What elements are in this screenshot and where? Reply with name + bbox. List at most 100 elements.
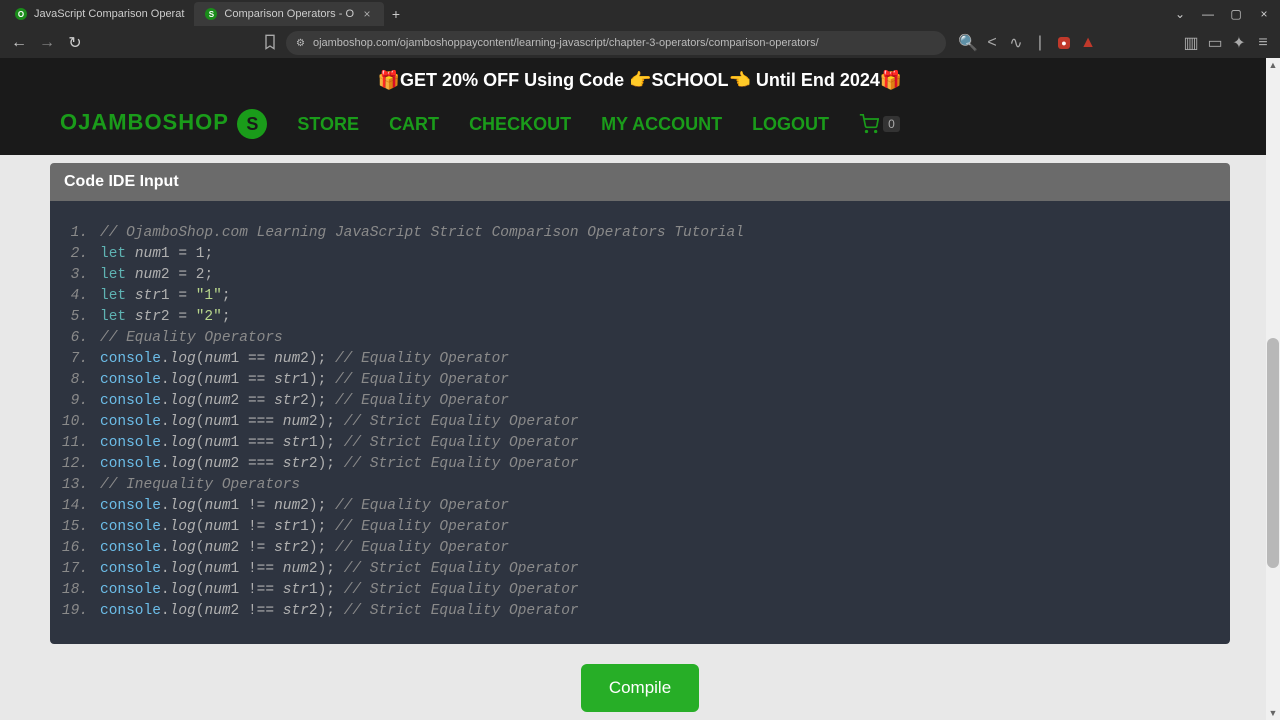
line-number: 8. xyxy=(60,370,100,391)
line-number: 5. xyxy=(60,307,100,328)
code-line: 9.console.log(num2 == str2); // Equality… xyxy=(60,391,1220,412)
code-line: 5.let str2 = "2"; xyxy=(60,307,1220,328)
line-content: console.log(num2 === str2); // Strict Eq… xyxy=(100,454,579,475)
code-line: 13.// Inequality Operators xyxy=(60,475,1220,496)
url-bar: ← → ↻ ⚙ ojamboshop.com/ojamboshoppaycont… xyxy=(0,28,1280,58)
ide-panel: Code IDE Input 1.// OjamboShop.com Learn… xyxy=(50,163,1230,644)
cart-widget[interactable]: 0 xyxy=(859,114,900,134)
code-line: 16.console.log(num2 != str2); // Equalit… xyxy=(60,538,1220,559)
chevron-down-icon[interactable]: ⌄ xyxy=(1168,2,1192,26)
cart-icon xyxy=(859,114,879,134)
code-line: 12.console.log(num2 === str2); // Strict… xyxy=(60,454,1220,475)
new-tab-button[interactable]: + xyxy=(384,2,408,26)
menu-icon[interactable]: ≡ xyxy=(1254,34,1272,52)
line-number: 4. xyxy=(60,286,100,307)
nav-store[interactable]: STORE xyxy=(297,114,359,135)
minimize-icon[interactable]: — xyxy=(1196,2,1220,26)
panel-icon[interactable]: ▥ xyxy=(1182,34,1200,52)
browser-actions: ▥ ▭ ✦ ≡ xyxy=(1182,34,1272,52)
tab-inactive[interactable]: O JavaScript Comparison Operat xyxy=(4,2,194,26)
logo-icon: S xyxy=(237,109,267,139)
line-content: // Equality Operators xyxy=(100,328,283,349)
wallet-icon[interactable]: ▭ xyxy=(1206,34,1224,52)
ide-header: Code IDE Input xyxy=(50,163,1230,201)
favicon-icon: O xyxy=(14,7,28,21)
line-number: 12. xyxy=(60,454,100,475)
line-number: 13. xyxy=(60,475,100,496)
line-content: console.log(num1 != str1); // Equality O… xyxy=(100,517,509,538)
maximize-icon[interactable]: ▢ xyxy=(1224,2,1248,26)
line-number: 1. xyxy=(60,223,100,244)
window-controls: ⌄ — ▢ × xyxy=(1168,2,1276,26)
line-number: 6. xyxy=(60,328,100,349)
tab-title: JavaScript Comparison Operat xyxy=(34,8,184,20)
code-line: 8.console.log(num1 == str1); // Equality… xyxy=(60,370,1220,391)
url-text: ojamboshop.com/ojamboshoppaycontent/lear… xyxy=(313,37,819,49)
line-content: let str2 = "2"; xyxy=(100,307,231,328)
page-content: 🎁GET 20% OFF Using Code 👉SCHOOL👈 Until E… xyxy=(0,58,1280,720)
line-content: console.log(num1 == str1); // Equality O… xyxy=(100,370,509,391)
scroll-down-icon[interactable]: ▼ xyxy=(1266,706,1280,720)
scroll-thumb[interactable] xyxy=(1267,338,1279,568)
line-number: 9. xyxy=(60,391,100,412)
main-nav: OJAMBOSHOP S STORE CART CHECKOUT MY ACCO… xyxy=(0,103,1280,155)
nav-logout[interactable]: LOGOUT xyxy=(752,114,829,135)
content-wrap: Code IDE Input 1.// OjamboShop.com Learn… xyxy=(0,155,1280,720)
url-input[interactable]: ⚙ ojamboshop.com/ojamboshoppaycontent/le… xyxy=(286,31,946,55)
code-line: 14.console.log(num1 != num2); // Equalit… xyxy=(60,496,1220,517)
scrollbar[interactable]: ▲ ▼ xyxy=(1266,58,1280,720)
code-line: 1.// OjamboShop.com Learning JavaScript … xyxy=(60,223,1220,244)
code-line: 11.console.log(num1 === str1); // Strict… xyxy=(60,433,1220,454)
compile-button[interactable]: Compile xyxy=(581,664,699,712)
code-editor[interactable]: 1.// OjamboShop.com Learning JavaScript … xyxy=(50,201,1230,644)
cart-count: 0 xyxy=(883,116,900,132)
bookmark-icon[interactable] xyxy=(262,34,280,52)
code-line: 10.console.log(num1 === num2); // Strict… xyxy=(60,412,1220,433)
code-line: 4.let str1 = "1"; xyxy=(60,286,1220,307)
close-window-icon[interactable]: × xyxy=(1252,2,1276,26)
line-number: 19. xyxy=(60,601,100,622)
nav-checkout[interactable]: CHECKOUT xyxy=(469,114,571,135)
line-number: 14. xyxy=(60,496,100,517)
scroll-up-icon[interactable]: ▲ xyxy=(1266,58,1280,72)
tab-bar: O JavaScript Comparison Operat S Compari… xyxy=(0,0,1280,28)
sparkle-icon[interactable]: ✦ xyxy=(1230,34,1248,52)
extension-shield-icon[interactable]: ● xyxy=(1056,35,1072,51)
forward-button[interactable]: → xyxy=(36,32,58,54)
divider-icon: | xyxy=(1032,35,1048,51)
code-line: 18.console.log(num1 !== str1); // Strict… xyxy=(60,580,1220,601)
code-line: 17.console.log(num1 !== num2); // Strict… xyxy=(60,559,1220,580)
line-number: 2. xyxy=(60,244,100,265)
reload-button[interactable]: ↻ xyxy=(64,32,86,54)
line-content: let str1 = "1"; xyxy=(100,286,231,307)
code-line: 2.let num1 = 1; xyxy=(60,244,1220,265)
close-icon[interactable]: × xyxy=(360,7,374,21)
nav-account[interactable]: MY ACCOUNT xyxy=(601,114,722,135)
nav-cart[interactable]: CART xyxy=(389,114,439,135)
line-number: 17. xyxy=(60,559,100,580)
compile-wrap: Compile xyxy=(50,644,1230,720)
share-icon[interactable]: < xyxy=(984,35,1000,51)
line-content: // Inequality Operators xyxy=(100,475,300,496)
line-content: console.log(num2 != str2); // Equality O… xyxy=(100,538,509,559)
favicon-icon: S xyxy=(204,7,218,21)
line-number: 10. xyxy=(60,412,100,433)
line-content: console.log(num1 != num2); // Equality O… xyxy=(100,496,509,517)
line-content: console.log(num1 !== str1); // Strict Eq… xyxy=(100,580,579,601)
zoom-icon[interactable]: 🔍 xyxy=(960,35,976,51)
logo[interactable]: OJAMBOSHOP S xyxy=(60,109,267,139)
line-content: console.log(num1 !== num2); // Strict Eq… xyxy=(100,559,579,580)
logo-text: OJAMBOSHOP xyxy=(60,110,229,135)
extension-warn-icon[interactable]: ▲ xyxy=(1080,35,1096,51)
rss-icon[interactable]: ∿ xyxy=(1008,35,1024,51)
tab-active[interactable]: S Comparison Operators - O × xyxy=(194,2,384,26)
back-button[interactable]: ← xyxy=(8,32,30,54)
code-line: 7.console.log(num1 == num2); // Equality… xyxy=(60,349,1220,370)
code-line: 15.console.log(num1 != str1); // Equalit… xyxy=(60,517,1220,538)
code-line: 3.let num2 = 2; xyxy=(60,265,1220,286)
line-number: 15. xyxy=(60,517,100,538)
line-content: console.log(num2 !== str2); // Strict Eq… xyxy=(100,601,579,622)
url-actions: 🔍 < ∿ | ● ▲ xyxy=(960,35,1096,51)
site-settings-icon[interactable]: ⚙ xyxy=(296,38,305,49)
line-number: 18. xyxy=(60,580,100,601)
